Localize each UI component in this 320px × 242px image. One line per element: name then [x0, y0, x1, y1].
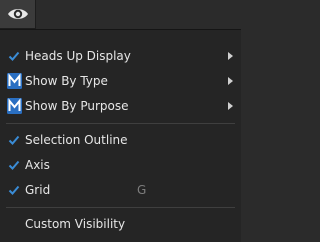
check-icon [8, 51, 20, 61]
menu-item-grid[interactable]: Grid G [0, 178, 241, 203]
submenu-arrow-icon [228, 77, 233, 85]
m-badge-icon [7, 98, 22, 114]
menu-item-show-by-type[interactable]: Show By Type [0, 69, 241, 94]
menu-item-heads-up-display[interactable]: Heads Up Display [0, 44, 241, 69]
submenu-arrow-icon [228, 52, 233, 60]
eye-icon [7, 9, 28, 19]
submenu-arrow-icon [228, 102, 233, 110]
menu-item-selection-outline[interactable]: Selection Outline [0, 128, 241, 153]
menu-item-label: Heads Up Display [25, 49, 131, 63]
check-icon [8, 160, 20, 170]
menu-item-shortcut: G [137, 183, 147, 197]
check-icon [8, 135, 20, 145]
viewport-visibility-menu-root: Heads Up Display Show By Type Show By Pu… [0, 0, 241, 242]
visibility-dropdown-menu: Heads Up Display Show By Type Show By Pu… [0, 29, 241, 242]
menu-item-label: Show By Type [25, 74, 108, 88]
menu-item-label: Grid [25, 183, 51, 197]
menu-item-label: Selection Outline [25, 133, 128, 147]
menu-item-label: Show By Purpose [25, 99, 129, 113]
check-icon [8, 185, 20, 195]
m-badge-icon [7, 73, 22, 89]
menu-item-custom-visibility[interactable]: Custom Visibility [0, 212, 241, 237]
visibility-toolbar-button[interactable] [0, 0, 36, 29]
menu-item-label: Custom Visibility [25, 217, 126, 231]
menu-separator [6, 207, 235, 208]
menu-item-axis[interactable]: Axis [0, 153, 241, 178]
menu-item-show-by-purpose[interactable]: Show By Purpose [0, 94, 241, 119]
menu-separator [6, 123, 235, 124]
menu-item-label: Axis [25, 158, 50, 172]
